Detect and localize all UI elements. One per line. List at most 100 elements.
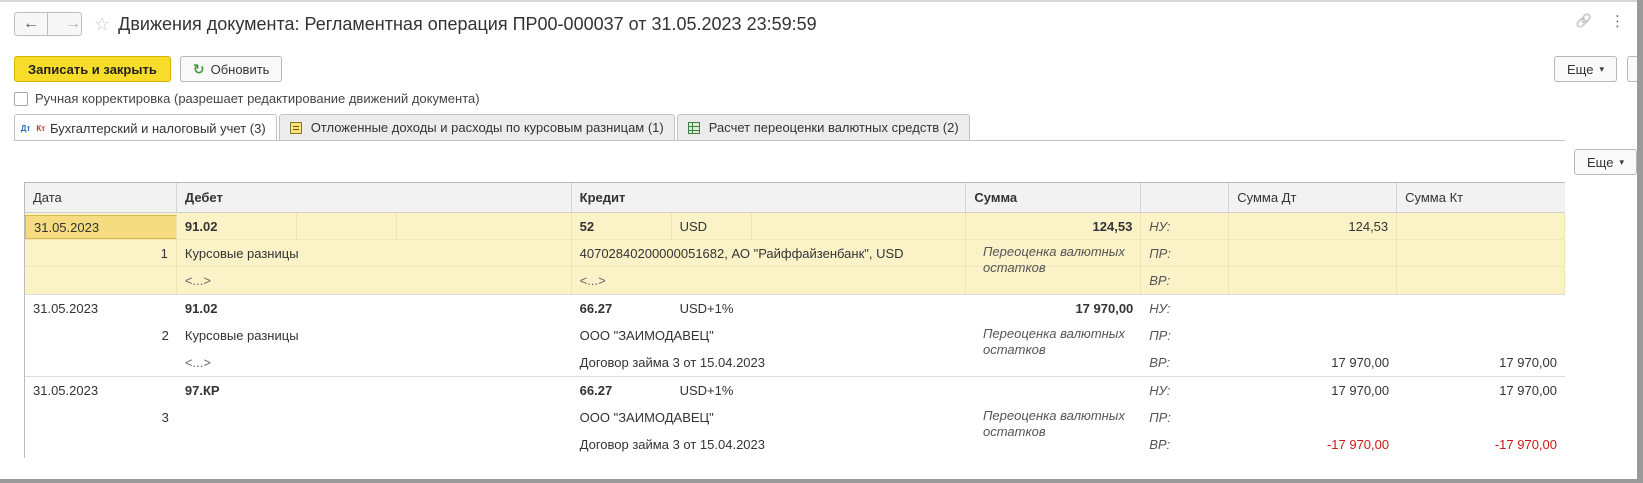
cell-debit-extra [297, 295, 397, 322]
cell-credit-subconto-1[interactable]: 40702840200000051682, АО "Райффайзенбанк… [572, 240, 967, 266]
cell-sum-dt[interactable]: 124,53 [1229, 213, 1398, 239]
side-panel-button[interactable] [1627, 56, 1637, 82]
cell-debit-account[interactable]: 91.02 [177, 295, 297, 322]
table-row[interactable]: 31.05.2023 97.КР 66.27 USD+1% НУ: 17 970… [25, 377, 1565, 458]
back-button[interactable]: ← [14, 12, 48, 36]
column-header-date[interactable]: Дата [25, 183, 177, 212]
cell-date[interactable]: 31.05.2023 [25, 295, 177, 322]
tab-accounting[interactable]: Дт Кт Бухгалтерский и налоговый учет (3) [14, 114, 277, 141]
more-label: Еще [1567, 61, 1594, 77]
window-top-edge [0, 0, 1643, 2]
cell-sum-dt[interactable] [1229, 322, 1397, 349]
cell-credit-account[interactable]: 66.27 [572, 377, 672, 404]
cell-date[interactable]: 31.05.2023 [25, 215, 177, 239]
column-header-debit[interactable]: Дебет [177, 183, 572, 212]
cell-sum-dt[interactable]: -17 970,00 [1229, 431, 1397, 458]
cell-credit-currency[interactable]: USD [672, 213, 752, 239]
cell-credit-subconto-1[interactable]: ООО "ЗАИМОДАВЕЦ" [572, 322, 967, 349]
cell-debit-subconto-2[interactable] [177, 431, 572, 458]
cell-sum-kt[interactable] [1397, 267, 1565, 294]
cell-credit-subconto-1[interactable]: ООО "ЗАИМОДАВЕЦ" [572, 404, 967, 431]
cell-credit-subconto-2[interactable]: Договор займа 3 от 15.04.2023 [572, 431, 967, 458]
tab-label: Бухгалтерский и налоговый учет (3) [50, 120, 266, 136]
cell-debit-subconto-2[interactable]: <...> [177, 267, 572, 294]
cell-debit-account[interactable]: 91.02 [177, 213, 297, 239]
cell-sum-dt[interactable] [1229, 267, 1398, 294]
cell-credit-account[interactable]: 66.27 [572, 295, 672, 322]
cell-sum-dt[interactable] [1229, 295, 1397, 322]
cell-credit-extra [752, 377, 967, 404]
cell-sum-kt[interactable]: -17 970,00 [1397, 431, 1565, 458]
cell-credit-currency[interactable]: USD+1% [672, 377, 752, 404]
column-header-label [1141, 183, 1230, 212]
column-header-sum[interactable]: Сумма [966, 183, 1142, 212]
cell-sum-dt[interactable]: 17 970,00 [1229, 377, 1397, 404]
command-bar: Записать и закрыть ↻ Обновить [14, 56, 283, 82]
column-header-sum-kt[interactable]: Сумма Кт [1397, 183, 1565, 212]
table-more-button[interactable]: Еще ▾ [1574, 149, 1637, 175]
movements-table[interactable]: Дата Дебет Кредит Сумма Сумма Дт Сумма К… [24, 182, 1566, 458]
document-icon [289, 121, 302, 134]
cell-sum-kt[interactable] [1397, 322, 1565, 349]
table-header: Дата Дебет Кредит Сумма Сумма Дт Сумма К… [25, 183, 1565, 213]
title-bar: ← → ☆ Движения документа: Регламентная о… [14, 10, 817, 38]
manual-edit-checkbox[interactable] [14, 91, 28, 106]
cell-debit-subconto-1[interactable]: Курсовые разницы [177, 240, 572, 266]
window-right-edge [1637, 0, 1643, 483]
debit-credit-icon: Дт Кт [20, 123, 46, 133]
cell-comment[interactable]: Переоценка валютных остатков [975, 326, 1150, 358]
register-grid-icon [687, 121, 700, 134]
cell-debit-subconto-1[interactable]: Курсовые разницы [177, 322, 572, 349]
more-button[interactable]: Еще ▾ [1554, 56, 1617, 82]
forward-button[interactable]: → [48, 12, 82, 36]
cell-sum-kt[interactable] [1397, 240, 1565, 266]
favorite-star-icon[interactable]: ☆ [94, 14, 110, 35]
manual-edit-option[interactable]: Ручная корректировка (разрешает редактир… [14, 91, 480, 106]
cell-sum-kt[interactable] [1397, 404, 1565, 431]
cell-sum[interactable] [966, 377, 1141, 404]
more-menu-icon[interactable]: ⋮ [1610, 12, 1625, 30]
cell-sum-kt[interactable]: 17 970,00 [1397, 377, 1565, 404]
arrow-left-icon: ← [23, 15, 39, 32]
table-row[interactable]: 31.05.2023 91.02 66.27 USD+1% 17 970,00 … [25, 295, 1565, 377]
cell-comment[interactable]: Переоценка валютных остатков [975, 408, 1150, 440]
cell-sum-kt[interactable] [1397, 213, 1566, 239]
cell-label-pr: ПР: [1141, 240, 1230, 266]
cell-sum-kt[interactable]: 17 970,00 [1397, 349, 1565, 376]
cell-empty [25, 349, 177, 376]
table-row[interactable]: 31.05.2023 91.02 52 USD 124,53 НУ: 124,5… [25, 213, 1566, 295]
cell-credit-subconto-2[interactable]: <...> [572, 267, 967, 294]
cell-row-number: 2 [161, 328, 169, 343]
cell-comment[interactable]: Переоценка валютных остатков [975, 244, 1150, 276]
cell-debit-subconto-2[interactable]: <...> [177, 349, 572, 376]
tab-label: Отложенные доходы и расходы по курсовым … [310, 120, 664, 135]
cell-label-nu: НУ: [1141, 213, 1230, 239]
cell-credit-subconto-2[interactable]: Договор займа 3 от 15.04.2023 [572, 349, 967, 376]
cell-sum[interactable]: 124,53 [966, 213, 1142, 239]
column-header-credit[interactable]: Кредит [572, 183, 967, 212]
cell-credit-currency[interactable]: USD+1% [672, 295, 752, 322]
cell-debit-subconto-1[interactable] [177, 404, 572, 431]
cell-sum[interactable]: 17 970,00 [966, 295, 1141, 322]
tab-deferred-exchange[interactable]: Отложенные доходы и расходы по курсовым … [278, 114, 675, 140]
link-icon[interactable]: 🔗 [1576, 13, 1592, 29]
cell-debit-extra [397, 295, 572, 322]
cell-credit-account[interactable]: 52 [572, 213, 672, 239]
tab-bar: Дт Кт Бухгалтерский и налоговый учет (3)… [14, 114, 972, 141]
cell-sum-dt[interactable]: 17 970,00 [1229, 349, 1397, 376]
refresh-label: Обновить [210, 61, 270, 77]
cell-sum-dt[interactable] [1229, 240, 1398, 266]
cell-credit-extra [752, 213, 967, 239]
cell-sum-kt[interactable] [1397, 295, 1565, 322]
cell-date[interactable]: 31.05.2023 [25, 377, 177, 404]
refresh-button[interactable]: ↻ Обновить [179, 56, 283, 82]
cell-credit-extra [752, 295, 967, 322]
save-and-close-button[interactable]: Записать и закрыть [14, 56, 171, 82]
cell-sum-dt[interactable] [1229, 404, 1397, 431]
column-header-sum-dt[interactable]: Сумма Дт [1229, 183, 1398, 212]
page-title: Движения документа: Регламентная операци… [118, 13, 817, 34]
tab-currency-revaluation[interactable]: Расчет переоценки валютных средств (2) [676, 114, 970, 140]
cell-debit-account[interactable]: 97.КР [177, 377, 297, 404]
arrow-right-icon: → [65, 15, 81, 32]
cell-debit-extra [297, 377, 397, 404]
